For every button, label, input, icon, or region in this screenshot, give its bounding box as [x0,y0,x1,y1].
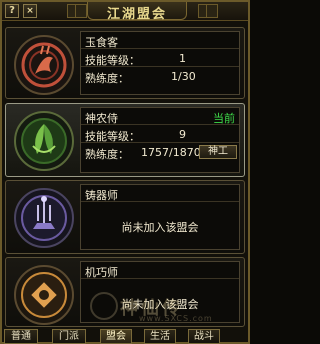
guild-info: 玉食客 技能等级： 1 熟练度： 1/30 [80,31,240,95]
close-button[interactable]: × [23,4,37,18]
title-ornament [206,4,218,18]
tab-normal[interactable]: 普通 [4,329,38,344]
watermark-logo [90,292,118,320]
skill-level-label: 技能等级： [85,130,140,143]
guild-name: 玉食客 [85,36,118,49]
not-joined-message: 尚未加入该盟会 [121,221,199,234]
herb-emblem-icon [14,111,74,171]
guild-name-row: 铸器师 [81,185,239,202]
guild-info: 铸器师 尚未加入该盟会 [80,184,240,250]
guild-name: 铸器师 [85,189,118,202]
skill-level-value: 9 [179,128,186,141]
help-button[interactable]: ? [5,4,19,18]
bottom-tab-bar: 普通 门派 盟会 生活 战斗 [2,329,248,344]
proficiency-label: 熟练度： [85,148,129,161]
guild-name: 神农侍 [85,112,118,125]
guild-card-yushike[interactable]: 玉食客 技能等级： 1 熟练度： 1/30 [5,27,245,99]
guild-window: ? × 江湖盟会 玉食客 技能等级： 1 熟练度： 1/30 神农侍 当前 技能… [0,0,250,344]
proficiency-label: 熟练度： [85,72,129,85]
guild-emblem [13,264,75,326]
skill-level-row: 技能等级： 9 [81,126,239,143]
guild-name-row: 机巧师 [81,262,239,279]
tab-sect[interactable]: 门派 [52,329,86,344]
guild-name-row: 神农侍 当前 [81,108,239,125]
proficiency-row: 熟练度： 1757/1870 神工 [81,144,239,161]
guild-emblem [13,110,75,172]
tab-combat[interactable]: 战斗 [188,329,220,344]
tab-life[interactable]: 生活 [144,329,176,344]
guild-card-zhuqishi[interactable]: 铸器师 尚未加入该盟会 [5,180,245,254]
proficiency-value: 1757/1870 [141,146,201,159]
mechanism-emblem-icon [14,265,74,325]
title-bar: ? × 江湖盟会 [2,2,248,22]
title-ornament [75,4,87,18]
guild-emblem [13,34,75,96]
guild-emblem [13,187,75,249]
guild-name-row: 玉食客 [81,32,239,49]
guild-info: 神农侍 当前 技能等级： 9 熟练度： 1757/1870 神工 [80,107,240,173]
title-plate: 江湖盟会 [87,2,187,22]
guild-name: 机巧师 [85,266,118,279]
forge-emblem-icon [14,188,74,248]
watermark-url: www.SXCS.com [139,314,213,323]
skill-level-row: 技能等级： 1 [81,50,239,67]
divine-craft-button[interactable]: 神工 [199,145,237,159]
proficiency-value: 1/30 [171,70,196,83]
current-guild-badge: 当前 [213,112,235,125]
window-title: 江湖盟会 [106,7,167,22]
chef-emblem-icon [14,35,74,95]
skill-level-value: 1 [179,52,186,65]
proficiency-row: 熟练度： 1/30 [81,68,239,85]
guild-card-shennongshi[interactable]: 神农侍 当前 技能等级： 9 熟练度： 1757/1870 神工 [5,103,245,177]
tab-guild[interactable]: 盟会 [100,329,132,344]
skill-level-label: 技能等级： [85,54,140,67]
